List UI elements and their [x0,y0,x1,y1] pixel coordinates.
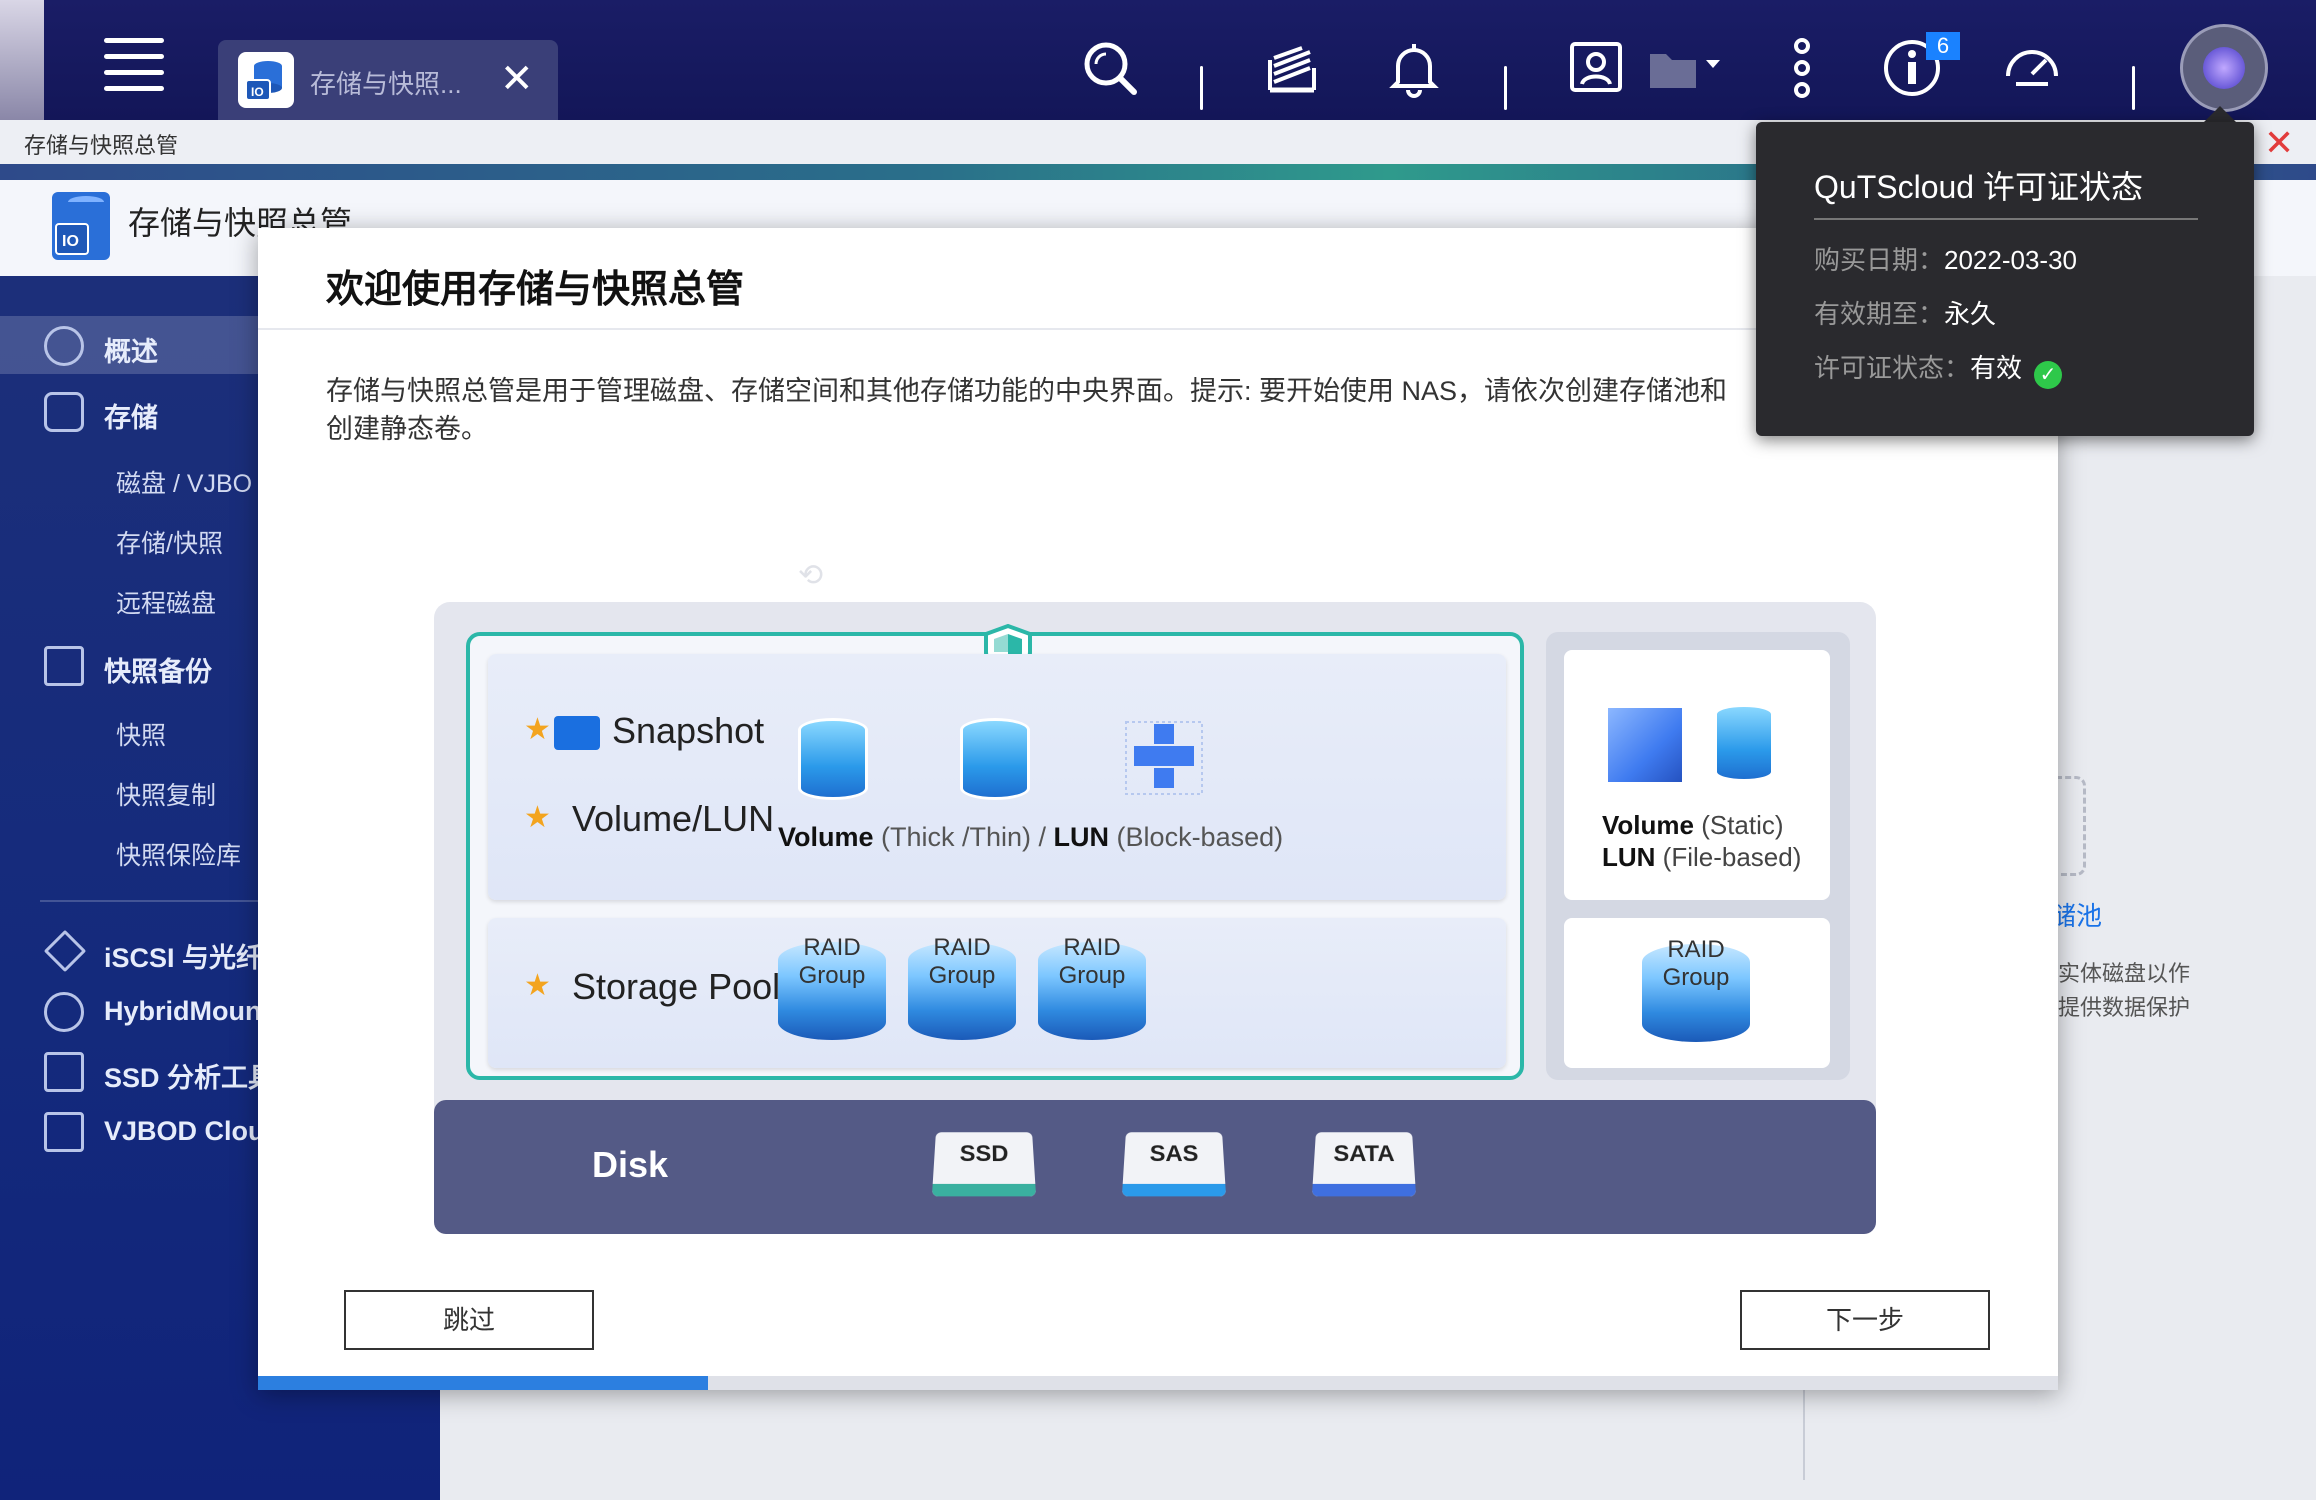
snapshot-icon [554,716,600,750]
sidebar-item-label: 存储 [104,403,158,433]
iscsi-icon [43,929,87,973]
caption-volume: Volume [778,822,874,852]
skip-button[interactable]: 跳过 [344,1290,594,1350]
sidebar-item-snapshot-replica[interactable]: 快照复制 [116,776,216,812]
window-close-icon[interactable]: ✕ [2264,122,2294,164]
sidebar-item-label: HybridMoun [104,996,262,1026]
static-volume-card: Volume (Static) LUN (File-based) [1564,650,1830,900]
user-card-icon[interactable] [1566,38,1626,98]
static-raid-card: RAID Group [1564,918,1830,1068]
raid-group-icon: RAID Group [1642,932,1750,1042]
thin-volume-icon [960,718,1030,800]
raid-group-icon: RAID Group [778,930,886,1040]
expiry-row: 有效期至：永久 [1814,299,1997,329]
star-icon: ★ [524,801,551,834]
sidebar-item-snapshots[interactable]: 快照 [116,716,166,752]
file-lun-caption: LUN (File-based) [1602,842,1802,872]
caption-lun-type: (Block-based) [1109,822,1284,852]
storage-pool-panel: ★ Storage Pool RAID Group RAID Group RAID G… [488,918,1506,1068]
license-title: QuTScloud 许可证状态 [1814,169,2143,205]
sata-disk-icon: SATA [1311,1132,1417,1197]
bell-icon[interactable] [1384,38,1444,98]
thick-volume-icon [798,718,868,800]
popover-divider [1814,218,2198,220]
more-icon[interactable] [1772,38,1832,98]
desktop-edge [0,0,44,120]
background-task-icon[interactable] [1262,38,1322,98]
block-lun-icon [1120,716,1210,806]
snapshot-icon [44,646,84,686]
volume-lun-panel: ★ Snapshot ★ Volume/LUN Volume (Thick /T… [488,654,1506,900]
ssd-disk-icon: SSD [931,1132,1037,1197]
app-tab-storage[interactable]: IO 存储与快照... ✕ [218,40,558,120]
disk-label: Disk [592,1144,669,1185]
check-circle-icon: ✓ [2034,361,2063,389]
storage-pool-label: Storage Pool [572,966,781,1007]
top-bar: IO 存储与快照... ✕ 6 [0,0,2316,120]
dialog-title: 欢迎使用存储与快照总管 [326,269,745,311]
decorative-icon: ⟲ [798,559,824,592]
next-button[interactable]: 下一步 [1740,1290,1990,1350]
disk-layer: Disk SSD SAS SATA [434,1100,1876,1234]
volume-lun-label: Volume/LUN [572,798,775,839]
sidebar-item-label: 快照备份 [104,657,212,687]
sidebar-item-label: VJBOD Clou [104,1116,265,1146]
main-menu-button[interactable] [104,38,164,96]
star-icon: ★ [524,713,551,746]
storage-pool-card-desc: 实体磁盘以作 [2058,961,2191,986]
wizard-progress-fill [258,1376,708,1390]
sas-disk-icon: SAS [1121,1132,1227,1197]
star-icon: ★ [524,969,551,1002]
toolbar-divider [1504,66,1507,110]
caption-lun: LUN [1053,822,1110,852]
database-icon [44,392,84,432]
svg-text:IO: IO [251,85,264,99]
storage-app-icon: IO [238,52,294,108]
sidebar-item-label: 概述 [104,337,158,367]
notification-badge: 6 [1926,32,1960,60]
cloud-icon [44,992,84,1032]
toolbar-divider [2132,66,2135,110]
search-icon[interactable] [1080,38,1140,98]
folder-icon[interactable] [1648,46,1728,106]
static-volume-cube-icon [1608,708,1682,782]
sidebar-item-label: iSCSI 与光纤 [104,943,264,973]
snapshot-protected-zone: ★ Snapshot ★ Volume/LUN Volume (Thick /T… [466,623,1524,1080]
vjbod-icon [44,1112,84,1152]
wizard-progress-bar [258,1376,2058,1390]
dashboard-icon [44,326,84,366]
volume-lun-caption: Volume (Thick /Thin) / LUN (Block-based) [778,822,1283,853]
static-volume-caption: Volume (Static) [1602,810,1784,840]
avatar-icon[interactable] [2180,24,2268,112]
file-lun-icon [1714,704,1774,782]
license-status-row: 许可证状态：有效 ✓ [1814,348,2063,389]
snapshot-label: Snapshot [612,710,765,751]
caption-volume-types: (Thick /Thin) / [873,822,1054,852]
toolbar-divider [1200,66,1203,110]
storage-app-icon: IO [52,192,110,260]
sidebar-item-storage-snapshot[interactable]: 存储/快照 [116,524,223,560]
sidebar-item-disks[interactable]: 磁盘 / VJBO [116,464,252,500]
storage-architecture-diagram: ★ Snapshot ★ Volume/LUN Volume (Thick /T… [434,602,1876,1234]
purchase-date-row: 购买日期：2022-03-30 [1814,245,2078,275]
sidebar-item-snapshot-vault[interactable]: 快照保险库 [116,836,241,872]
ssd-icon [44,1052,84,1092]
storage-pool-card-desc: 提供数据保护 [2058,995,2191,1020]
raid-group-icon: RAID Group [1038,930,1146,1040]
close-tab-icon[interactable]: ✕ [500,56,534,102]
dashboard-icon[interactable] [2002,38,2062,98]
raid-group-icon: RAID Group [908,930,1016,1040]
sidebar-item-label: SSD 分析工具 [104,1063,276,1093]
app-tab-label: 存储与快照... [310,69,462,99]
window-title: 存储与快照总管 [24,133,179,158]
static-volume-zone: Volume (Static) LUN (File-based) RAID Gro… [1546,632,1850,1080]
svg-text:IO: IO [62,233,79,250]
license-status-popover: QuTScloud 许可证状态 购买日期：2022-03-30 有效期至：永久 … [1756,122,2254,436]
sidebar-item-remote-disk[interactable]: 远程磁盘 [116,584,216,620]
